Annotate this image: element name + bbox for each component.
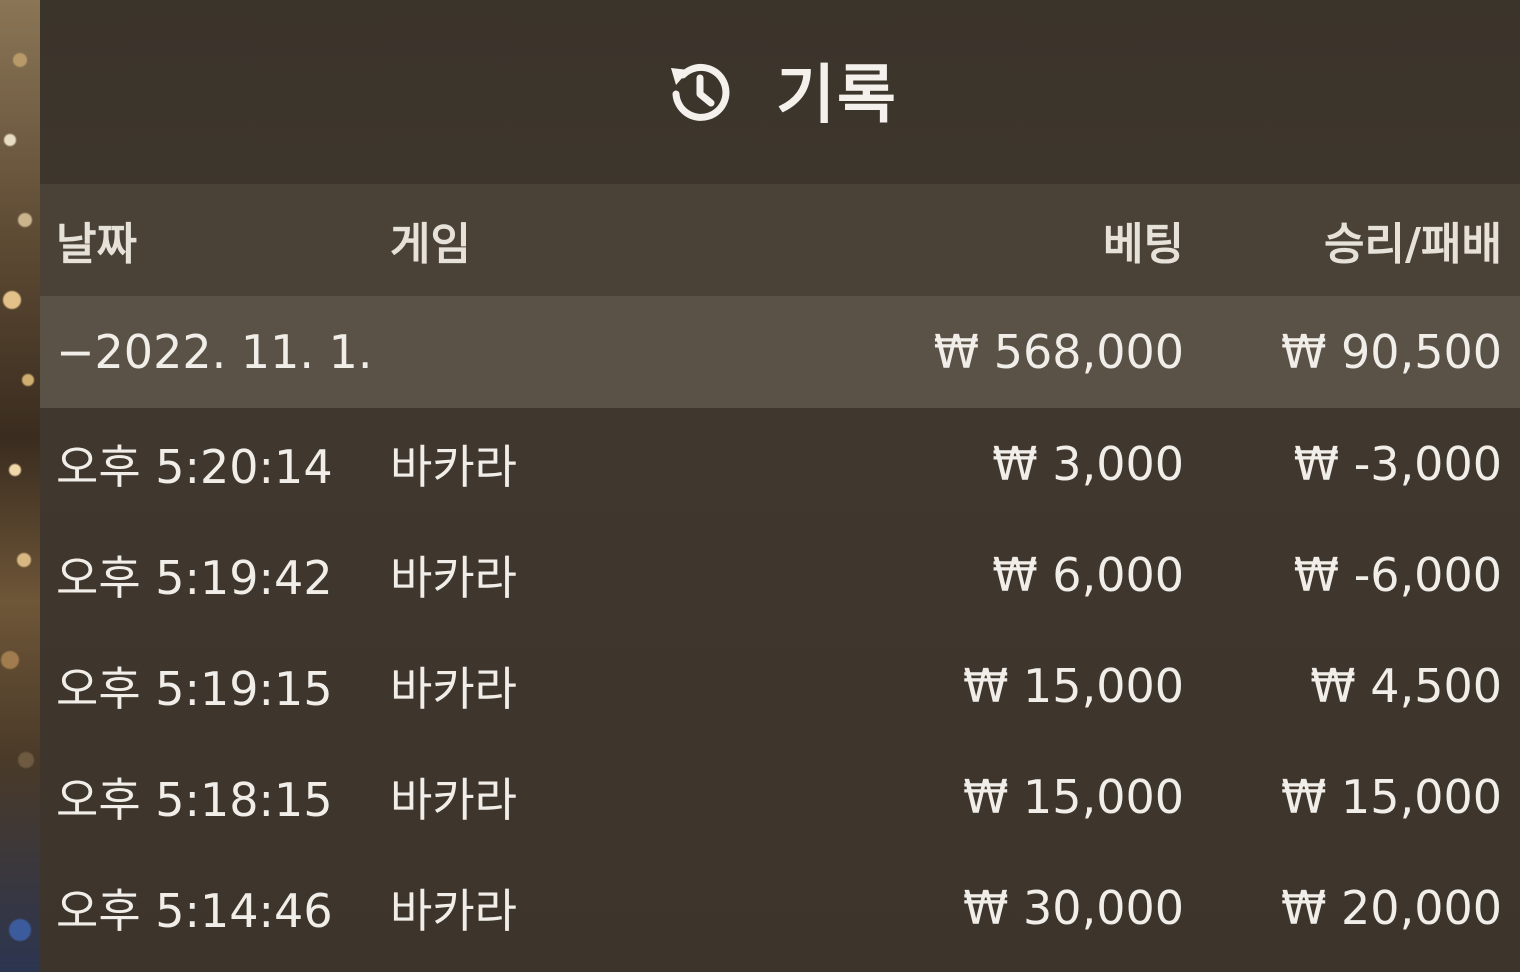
row-game: 바카라 <box>390 883 517 938</box>
row-bet: ₩ 15,000 <box>962 658 1184 713</box>
column-header-date[interactable]: 날짜 <box>56 184 137 296</box>
row-game: 바카라 <box>390 439 517 494</box>
date-group-win-loss-total: ₩ 90,500 <box>1280 325 1502 379</box>
history-header: 기록 <box>40 0 1520 184</box>
row-win-loss: ₩ -3,000 <box>1293 436 1502 491</box>
column-header-win-loss[interactable]: 승리/패배 <box>1324 184 1502 296</box>
background-game-view <box>0 0 40 972</box>
history-screen: 기록 날짜 게임 베팅 승리/패배 −2022. 11. 1. ₩ 568,00… <box>0 0 1520 972</box>
row-time: 오후 5:19:15 <box>56 661 333 716</box>
history-icon <box>671 63 730 121</box>
column-header-game[interactable]: 게임 <box>390 184 471 296</box>
row-bet: ₩ 6,000 <box>992 547 1184 602</box>
row-game: 바카라 <box>390 772 517 827</box>
row-win-loss: ₩ 20,000 <box>1280 880 1502 935</box>
column-header-bet[interactable]: 베팅 <box>1103 184 1184 296</box>
date-group-label: −2022. 11. 1. <box>56 325 373 379</box>
row-time: 오후 5:18:15 <box>56 772 333 827</box>
date-group-row[interactable]: −2022. 11. 1. ₩ 568,000 ₩ 90,500 <box>40 296 1520 408</box>
row-win-loss: ₩ -6,000 <box>1293 547 1502 602</box>
row-game: 바카라 <box>390 661 517 716</box>
row-win-loss: ₩ 4,500 <box>1310 658 1502 713</box>
date-group-bet-total: ₩ 568,000 <box>933 325 1184 379</box>
table-row[interactable]: 오후 5:14:46 바카라 ₩ 30,000 ₩ 20,000 <box>40 852 1520 963</box>
table-row[interactable]: 오후 5:20:14 바카라 ₩ 3,000 ₩ -3,000 <box>40 408 1520 519</box>
page-title: 기록 <box>776 59 898 133</box>
row-time: 오후 5:19:42 <box>56 550 333 605</box>
row-game: 바카라 <box>390 550 517 605</box>
row-bet: ₩ 30,000 <box>962 880 1184 935</box>
table-row[interactable]: 오후 5:19:15 바카라 ₩ 15,000 ₩ 4,500 <box>40 630 1520 741</box>
history-panel: 기록 날짜 게임 베팅 승리/패배 −2022. 11. 1. ₩ 568,00… <box>40 0 1520 972</box>
table-row[interactable]: 오후 5:19:42 바카라 ₩ 6,000 ₩ -6,000 <box>40 519 1520 630</box>
table-row[interactable]: 오후 5:18:15 바카라 ₩ 15,000 ₩ 15,000 <box>40 741 1520 852</box>
row-time: 오후 5:20:14 <box>56 439 333 494</box>
row-win-loss: ₩ 15,000 <box>1280 769 1502 824</box>
row-time: 오후 5:14:46 <box>56 883 333 938</box>
row-bet: ₩ 15,000 <box>962 769 1184 824</box>
row-bet: ₩ 3,000 <box>992 436 1184 491</box>
table-header: 날짜 게임 베팅 승리/패배 <box>40 184 1520 296</box>
